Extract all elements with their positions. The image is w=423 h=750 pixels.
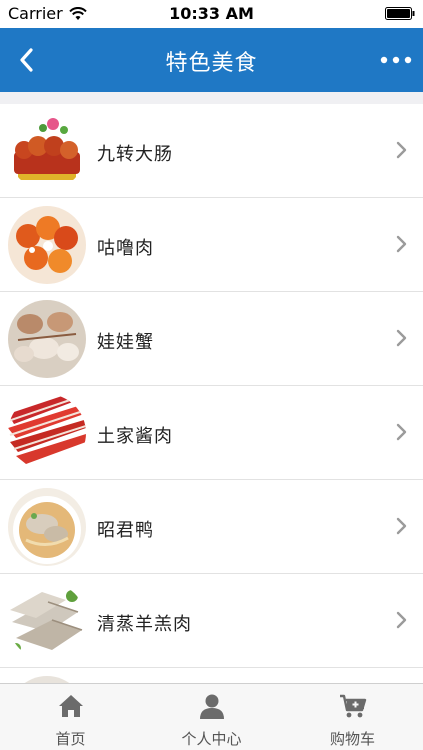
list-item-label: 娃娃蟹 (97, 332, 154, 353)
food-list: 九转大肠 咕噜肉 娃娃蟹 土家酱肉 昭君鸭 清蒸羊羔肉 (0, 92, 423, 684)
chevron-right-icon (396, 329, 407, 347)
home-icon (58, 695, 83, 717)
list-item-label: 昭君鸭 (97, 520, 154, 541)
chevron-right-icon (396, 611, 407, 629)
list-item[interactable]: 娃娃蟹 (0, 292, 423, 386)
list-top-spacer (0, 92, 423, 104)
tab-bar: 首页 个人中心 购物车 (0, 683, 423, 750)
chevron-right-icon (396, 235, 407, 253)
more-icon[interactable] (379, 50, 413, 70)
food-thumbnail (8, 112, 86, 190)
tab-profile[interactable]: 个人中心 (141, 684, 282, 750)
screen: Carrier 10:33 AM 特色美食 九转大肠 咕噜肉 娃娃蟹 土家酱肉 … (0, 0, 423, 750)
status-time: 10:33 AM (169, 4, 254, 23)
food-thumbnail (8, 582, 86, 660)
list-item-label: 清蒸羊羔肉 (97, 614, 192, 635)
food-thumbnail (8, 488, 86, 566)
list-item-label: 咕噜肉 (97, 238, 154, 259)
cart-icon (339, 694, 366, 718)
food-thumbnail (8, 394, 86, 472)
nav-bar: 特色美食 (0, 28, 423, 92)
tab-label: 个人中心 (181, 730, 242, 748)
user-icon (199, 694, 224, 719)
list-item[interactable]: 昭君鸭 (0, 480, 423, 574)
list-item[interactable]: 土家酱肉 (0, 386, 423, 480)
list-item-label: 九转大肠 (97, 144, 173, 165)
chevron-right-icon (396, 141, 407, 159)
tab-cart[interactable]: 购物车 (282, 684, 423, 750)
food-thumbnail (8, 300, 86, 378)
list-item[interactable]: 清蒸羊羔肉 (0, 574, 423, 668)
list-item[interactable]: 九转大肠 (0, 104, 423, 198)
chevron-right-icon (396, 423, 407, 441)
list-item-label: 土家酱肉 (97, 426, 173, 447)
tab-label: 购物车 (329, 730, 375, 748)
battery-icon (385, 7, 415, 20)
tab-home[interactable]: 首页 (0, 684, 141, 750)
list-item[interactable]: 咕噜肉 (0, 198, 423, 292)
list-item[interactable] (0, 668, 423, 684)
chevron-right-icon (396, 517, 407, 535)
page-title: 特色美食 (165, 51, 258, 76)
status-bar: Carrier 10:33 AM (0, 0, 423, 28)
tab-label: 首页 (55, 730, 86, 748)
food-thumbnail (8, 206, 86, 284)
